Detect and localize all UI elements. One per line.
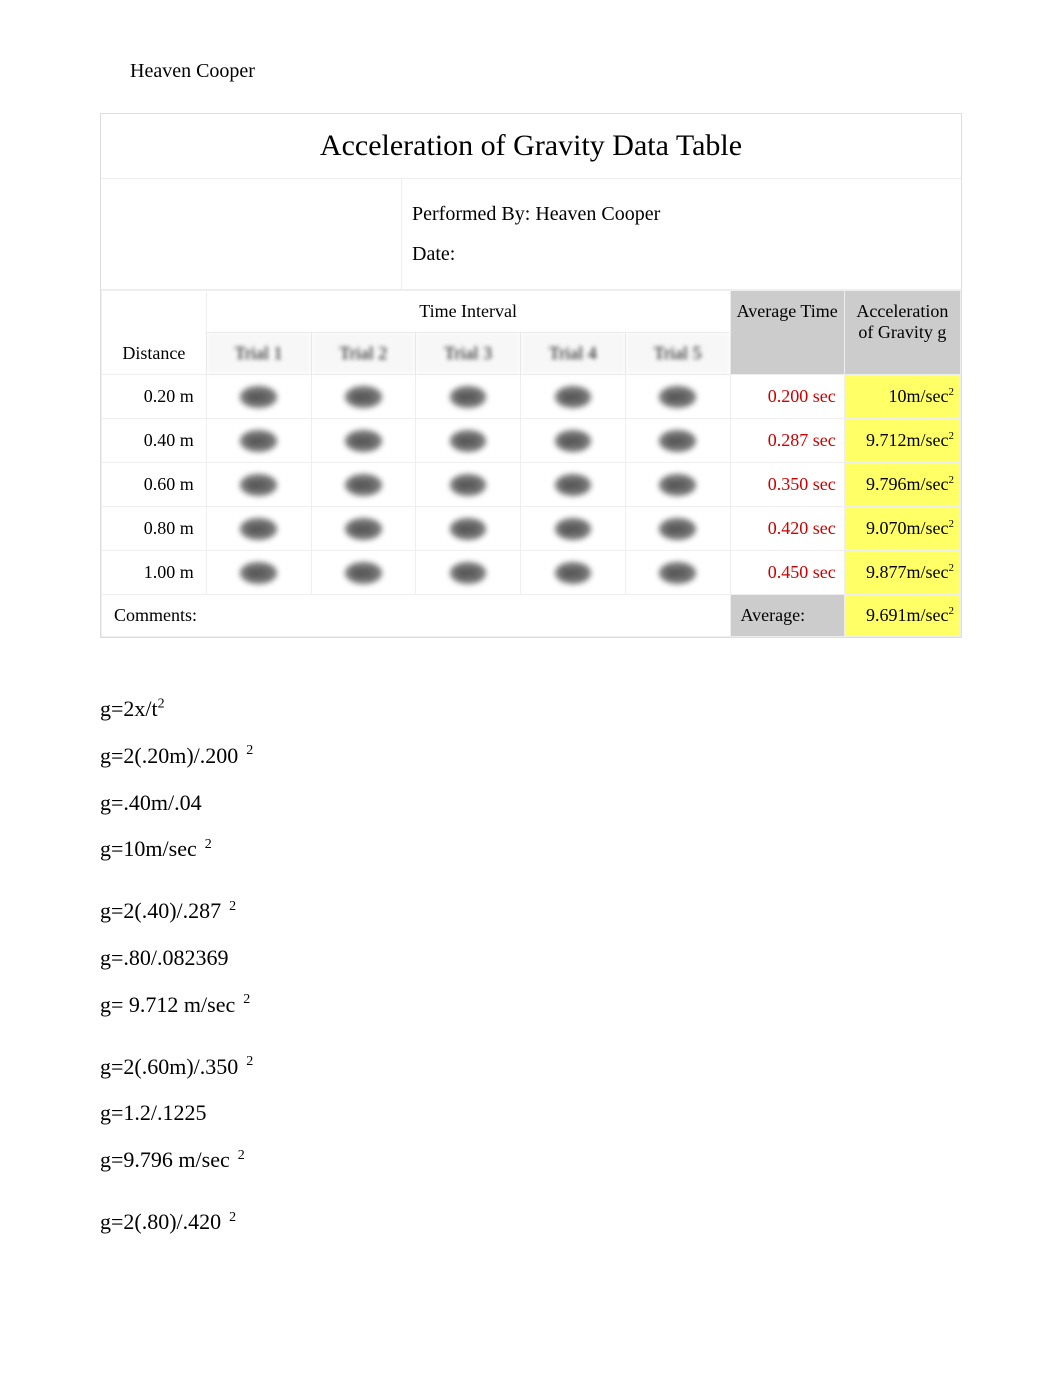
calculations: g=2x/t2 g=2(.20m)/.2002 g=.40m/.04 g=10m… — [100, 688, 962, 1243]
data-table-container: Acceleration of Gravity Data Table Perfo… — [100, 113, 962, 638]
table-title: Acceleration of Gravity Data Table — [101, 114, 961, 179]
formula-line: g=2x/t2 — [100, 688, 962, 730]
trial-cell: sec — [206, 507, 311, 551]
trial-cell: sec — [311, 419, 416, 463]
avg-time-cell: 0.350 sec — [730, 463, 844, 507]
trial-cell: sec — [311, 507, 416, 551]
calc-line: g=2(.60m)/.3502 — [100, 1046, 962, 1088]
accel-cell: 10m/sec2 — [844, 375, 960, 419]
header-acceleration: Acceleration of Gravity g — [844, 291, 960, 375]
accel-cell: 9.712m/sec2 — [844, 419, 960, 463]
avg-time-cell: 0.450 sec — [730, 551, 844, 595]
trial-cell: sec — [416, 551, 521, 595]
trial-cell: sec — [521, 375, 626, 419]
header-trial3: Trial 3 — [416, 333, 521, 375]
header-trial1: Trial 1 — [206, 333, 311, 375]
date-label: Date: — [412, 243, 455, 265]
performed-by-value: Heaven Cooper — [535, 203, 660, 225]
comments-cell: Comments: — [102, 595, 731, 637]
trial-cell: sec — [625, 419, 730, 463]
author-name: Heaven Cooper — [130, 60, 962, 83]
performed-by-label: Performed By: — [412, 203, 530, 225]
calc-line: g=2(.20m)/.2002 — [100, 735, 962, 777]
trial-cell: sec — [625, 375, 730, 419]
calc-line: g=.40m/.04 — [100, 782, 962, 824]
trial-cell: sec — [416, 419, 521, 463]
data-table: Distance Time Interval Average Time Acce… — [101, 290, 961, 637]
table-row: 1.00 msecsecsecsecsec0.450 sec9.877m/sec… — [102, 551, 961, 595]
trial-cell: sec — [521, 419, 626, 463]
avg-time-cell: 0.420 sec — [730, 507, 844, 551]
distance-cell: 0.20 m — [102, 375, 207, 419]
trial-cell: sec — [311, 463, 416, 507]
header-trial4: Trial 4 — [521, 333, 626, 375]
trial-cell: sec — [311, 551, 416, 595]
table-row: 0.20 msecsecsecsecsec0.200 sec10m/sec2 — [102, 375, 961, 419]
header-time-interval: Time Interval — [206, 291, 730, 333]
calc-line: g= 9.712 m/sec2 — [100, 984, 962, 1026]
accel-cell: 9.796m/sec2 — [844, 463, 960, 507]
calc-line: g=1.2/.1225 — [100, 1092, 962, 1134]
trial-cell: sec — [206, 375, 311, 419]
meta-spacer — [101, 179, 402, 289]
average-value: 9.691m/sec2 — [844, 595, 960, 637]
meta-info: Performed By: Heaven Cooper Date: — [402, 179, 961, 289]
distance-cell: 0.60 m — [102, 463, 207, 507]
trial-cell: sec — [521, 551, 626, 595]
trial-cell: sec — [625, 463, 730, 507]
trial-cell: sec — [206, 463, 311, 507]
accel-cell: 9.877m/sec2 — [844, 551, 960, 595]
trial-cell: sec — [416, 463, 521, 507]
table-row: 0.80 msecsecsecsecsec0.420 sec9.070m/sec… — [102, 507, 961, 551]
header-distance: Distance — [102, 291, 207, 375]
trial-cell: sec — [206, 551, 311, 595]
trial-cell: sec — [521, 507, 626, 551]
calc-line: g=.80/.082369 — [100, 937, 962, 979]
trial-cell: sec — [625, 551, 730, 595]
trial-cell: sec — [311, 375, 416, 419]
average-label: Average: — [730, 595, 844, 637]
trial-cell: sec — [416, 507, 521, 551]
avg-time-cell: 0.287 sec — [730, 419, 844, 463]
table-row: 0.60 msecsecsecsecsec0.350 sec9.796m/sec… — [102, 463, 961, 507]
table-row: 0.40 msecsecsecsecsec0.287 sec9.712m/sec… — [102, 419, 961, 463]
trial-cell: sec — [625, 507, 730, 551]
distance-cell: 1.00 m — [102, 551, 207, 595]
calc-line: g=2(.80)/.4202 — [100, 1201, 962, 1243]
header-avg-time: Average Time — [730, 291, 844, 375]
meta-row: Performed By: Heaven Cooper Date: — [101, 179, 961, 290]
avg-time-cell: 0.200 sec — [730, 375, 844, 419]
distance-cell: 0.80 m — [102, 507, 207, 551]
distance-cell: 0.40 m — [102, 419, 207, 463]
trial-cell: sec — [416, 375, 521, 419]
calc-line: g=10m/sec2 — [100, 828, 962, 870]
header-trial2: Trial 2 — [311, 333, 416, 375]
trial-cell: sec — [521, 463, 626, 507]
calc-line: g=9.796 m/sec2 — [100, 1139, 962, 1181]
trial-cell: sec — [206, 419, 311, 463]
accel-cell: 9.070m/sec2 — [844, 507, 960, 551]
header-trial5: Trial 5 — [625, 333, 730, 375]
calc-line: g=2(.40)/.2872 — [100, 890, 962, 932]
